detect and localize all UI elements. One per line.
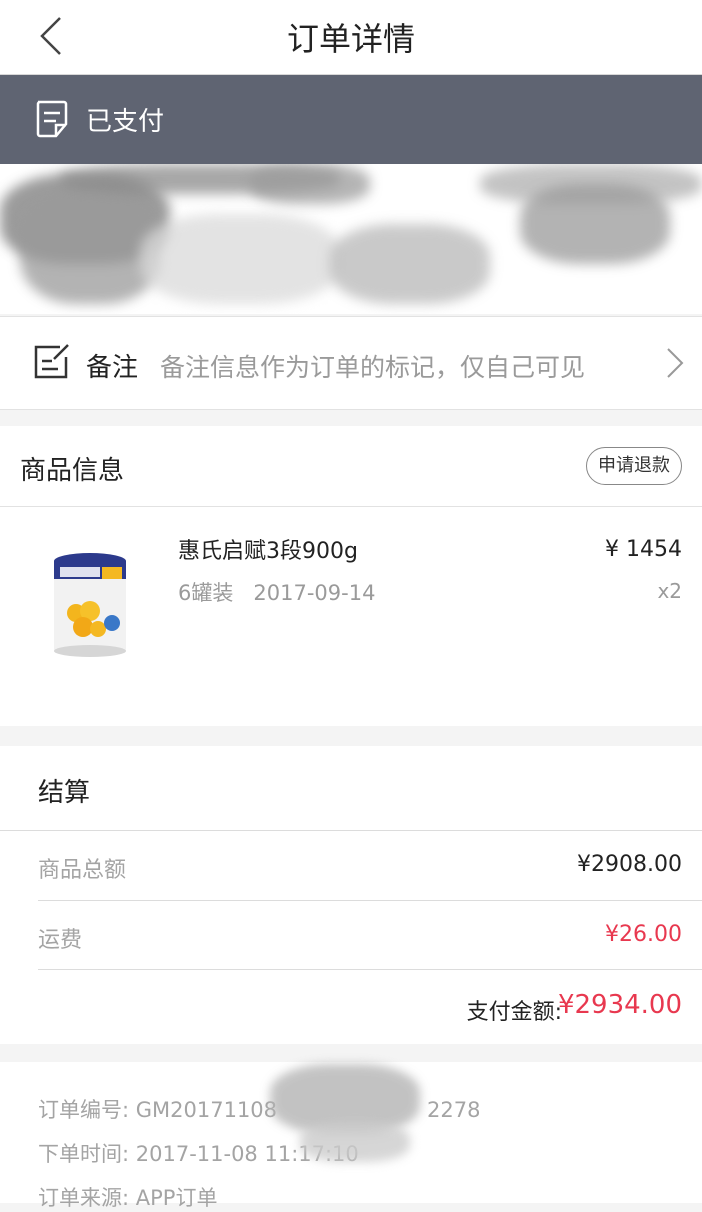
page-title: 订单详情 <box>286 20 415 58</box>
product-date: 2017-09-14 <box>253 581 376 605</box>
shipping-fee-label: 运费 <box>38 928 83 953</box>
shipping-address-redacted <box>0 164 702 314</box>
order-status-text: 已支付 <box>86 107 165 137</box>
product-item[interactable]: 惠氏启赋3段900g 6罐装 2017-09-14 ¥ 1454 x2 <box>0 507 702 726</box>
divider <box>0 830 702 831</box>
shipping-fee-value: ¥26.00 <box>605 922 682 947</box>
note-label: 备注 <box>86 353 139 383</box>
product-info-title: 商品信息 <box>20 456 125 486</box>
chevron-right-icon <box>667 348 684 378</box>
product-spec: 6罐装 2017-09-14 <box>178 577 375 607</box>
document-icon <box>36 100 68 138</box>
total-paid-label: 支付金额: <box>466 1000 562 1025</box>
order-info-section: 订单编号: GM20171108 2278 下单时间: 2017-11-08 11… <box>0 1062 702 1210</box>
product-name: 惠氏启赋3段900g <box>178 539 358 564</box>
order-number-tail: 2278 <box>427 1098 481 1122</box>
product-image <box>54 553 126 657</box>
settlement-section: 结算 商品总额 ¥2908.00 运费 ¥26.00 支付金额: ¥2934.0… <box>0 746 702 1044</box>
request-refund-button[interactable]: 申请退款 <box>586 447 682 485</box>
navigation-bar: 订单详情 <box>0 0 702 75</box>
order-source: 订单来源: APP订单 <box>38 1186 218 1210</box>
product-package: 6罐装 <box>178 581 234 605</box>
note-placeholder: 备注信息作为订单的标记，仅自己可见 <box>160 353 586 382</box>
settlement-title: 结算 <box>38 778 91 808</box>
divider <box>38 969 702 970</box>
subtotal-value: ¥2908.00 <box>577 852 682 877</box>
total-paid-value: ¥2934.00 <box>557 990 682 1020</box>
product-price: ¥ 1454 <box>605 537 682 562</box>
product-info-header: 商品信息 申请退款 <box>0 426 702 507</box>
subtotal-label: 商品总额 <box>38 858 127 883</box>
product-info-section: 商品信息 申请退款 惠氏启赋3段900g 6罐装 2017-09-14 ¥ 14… <box>0 426 702 726</box>
redaction-scribble <box>300 1122 410 1162</box>
product-quantity: x2 <box>657 579 682 603</box>
edit-note-icon <box>34 344 69 379</box>
order-note-row[interactable]: 备注 备注信息作为订单的标记，仅自己可见 <box>0 316 702 410</box>
divider <box>38 900 702 901</box>
order-number-text: 订单编号: GM20171108 <box>38 1098 278 1122</box>
order-status-banner: 已支付 <box>0 75 702 164</box>
